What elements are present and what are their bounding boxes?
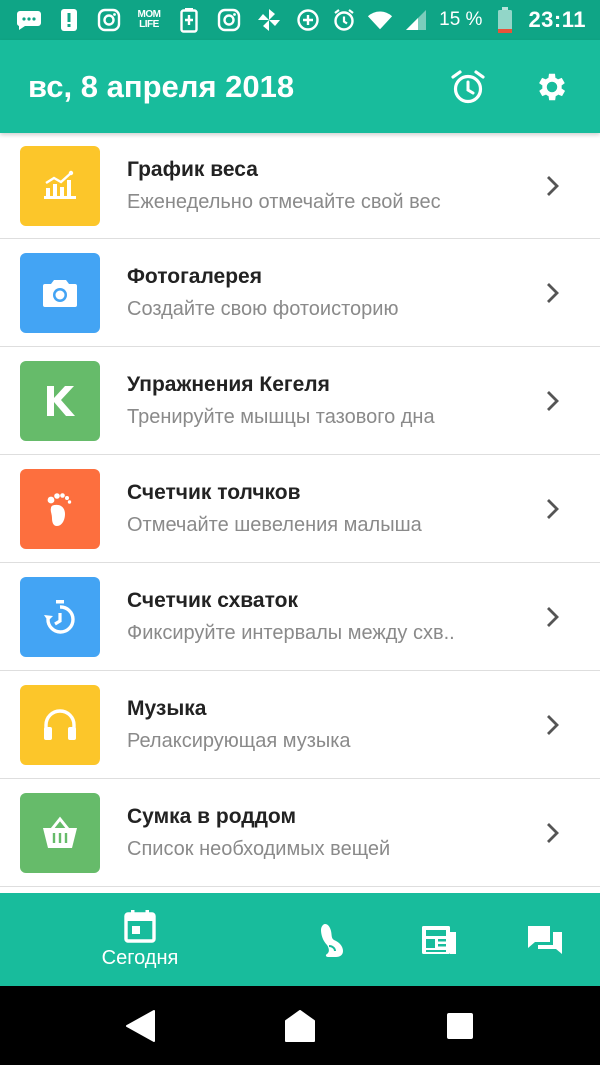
camera-icon xyxy=(43,279,77,307)
item-subtitle: Создайте свою фотоисторию xyxy=(127,297,399,320)
list-item-music[interactable]: Музыка Релаксирующая музыка xyxy=(0,671,600,779)
shopping-bag-icon xyxy=(43,816,77,848)
page-title: вс, 8 апреля 2018 xyxy=(28,68,295,104)
settings-button[interactable] xyxy=(532,67,572,107)
newspaper-icon xyxy=(422,925,456,954)
pregnant-silhouette-icon xyxy=(321,923,343,957)
nav-tab-chat[interactable] xyxy=(492,893,598,986)
item-icon-tile xyxy=(20,145,100,226)
battery-icon xyxy=(492,7,518,33)
item-title: Счетчик схваток xyxy=(127,588,298,612)
alarm-status-icon xyxy=(331,7,357,33)
nav-tab-articles[interactable] xyxy=(386,893,492,986)
weight-chart-icon xyxy=(44,170,76,199)
back-triangle-icon xyxy=(126,1009,155,1042)
recents-button[interactable] xyxy=(435,1001,485,1051)
nav-tab-pregnancy[interactable] xyxy=(280,893,386,986)
chat-bubbles-icon xyxy=(528,925,562,954)
calendar-icon xyxy=(124,910,156,943)
chevron-right-icon xyxy=(542,497,562,521)
item-icon-tile xyxy=(20,576,100,657)
home-pentagon-icon xyxy=(285,1009,315,1042)
data-saver-icon xyxy=(295,7,321,33)
chevron-right-icon xyxy=(542,174,562,198)
stopwatch-icon xyxy=(44,599,75,634)
app-bar: вс, 8 апреля 2018 xyxy=(0,40,600,133)
recents-square-icon xyxy=(447,1012,473,1039)
item-title: Фотогалерея xyxy=(127,264,262,288)
instagram-icon xyxy=(96,7,122,33)
item-subtitle: Еженедельно отмечайте свой вес xyxy=(127,190,441,213)
instagram-icon xyxy=(216,7,242,33)
alert-icon xyxy=(56,7,82,33)
tools-list: График веса Еженедельно отмечайте свой в… xyxy=(0,133,600,893)
item-icon-tile xyxy=(20,792,100,873)
item-subtitle: Отмечайте шевеления малыша xyxy=(127,513,422,536)
nav-tab-today-label: Сегодня xyxy=(101,947,179,969)
list-item-contraction-counter[interactable]: Счетчик схваток Фиксируйте интервалы меж… xyxy=(0,563,600,671)
alarm-button[interactable] xyxy=(448,67,488,107)
chevron-right-icon xyxy=(542,389,562,413)
item-title: Музыка xyxy=(127,696,207,720)
item-icon-tile xyxy=(20,684,100,765)
item-subtitle: Тренируйте мышцы тазового дна xyxy=(127,405,435,428)
chevron-right-icon xyxy=(542,281,562,305)
list-item-hospital-bag[interactable]: Сумка в роддом Список необходимых вещей xyxy=(0,779,600,887)
back-button[interactable] xyxy=(115,1001,165,1051)
item-title: Счетчик толчков xyxy=(127,480,301,504)
system-status-icons: 15 % 23:11 xyxy=(295,7,586,33)
item-subtitle: Фиксируйте интервалы между схв.. xyxy=(127,621,455,644)
nav-tab-today[interactable]: Сегодня xyxy=(0,893,280,986)
bottom-navigation: Сегодня xyxy=(0,893,600,986)
item-title: График веса xyxy=(127,157,258,181)
mom-life-icon: MOM LIFE xyxy=(137,9,161,30)
message-icon xyxy=(16,7,42,33)
battery-saver-icon xyxy=(176,7,202,33)
gear-icon xyxy=(539,73,566,100)
status-time: 23:11 xyxy=(528,7,586,32)
app-bar-actions xyxy=(448,67,572,107)
signal-icon xyxy=(403,7,429,33)
home-button[interactable] xyxy=(275,1001,325,1051)
footprint-icon xyxy=(47,492,72,526)
battery-percent: 15 % xyxy=(439,9,483,30)
chevron-right-icon xyxy=(542,605,562,629)
item-title: Сумка в роддом xyxy=(127,804,296,828)
list-item-photo-gallery[interactable]: Фотогалерея Создайте свою фотоисторию xyxy=(0,239,600,347)
headphones-icon xyxy=(44,708,76,740)
notification-icons: MOM LIFE xyxy=(16,7,282,33)
wifi-icon xyxy=(367,7,393,33)
list-item-kick-counter[interactable]: Счетчик толчков Отмечайте шевеления малы… xyxy=(0,455,600,563)
status-bar: MOM LIFE 15 % 23:11 xyxy=(0,0,600,40)
item-icon-tile xyxy=(20,252,100,333)
pinwheel-icon xyxy=(256,7,282,33)
item-subtitle: Список необходимых вещей xyxy=(127,837,391,860)
list-item-weight-chart[interactable]: График веса Еженедельно отмечайте свой в… xyxy=(0,133,600,239)
item-subtitle: Релаксирующая музыка xyxy=(127,729,351,752)
kegel-k-icon xyxy=(47,385,75,416)
list-item-kegel-exercises[interactable]: Упражнения Кегеля Тренируйте мышцы тазов… xyxy=(0,347,600,455)
chevron-right-icon xyxy=(542,821,562,845)
alarm-clock-icon xyxy=(451,69,485,103)
item-icon-tile xyxy=(20,468,100,549)
item-title: Упражнения Кегеля xyxy=(127,372,330,396)
chevron-right-icon xyxy=(542,713,562,737)
item-icon-tile xyxy=(20,360,100,441)
system-navigation-bar xyxy=(0,986,600,1065)
